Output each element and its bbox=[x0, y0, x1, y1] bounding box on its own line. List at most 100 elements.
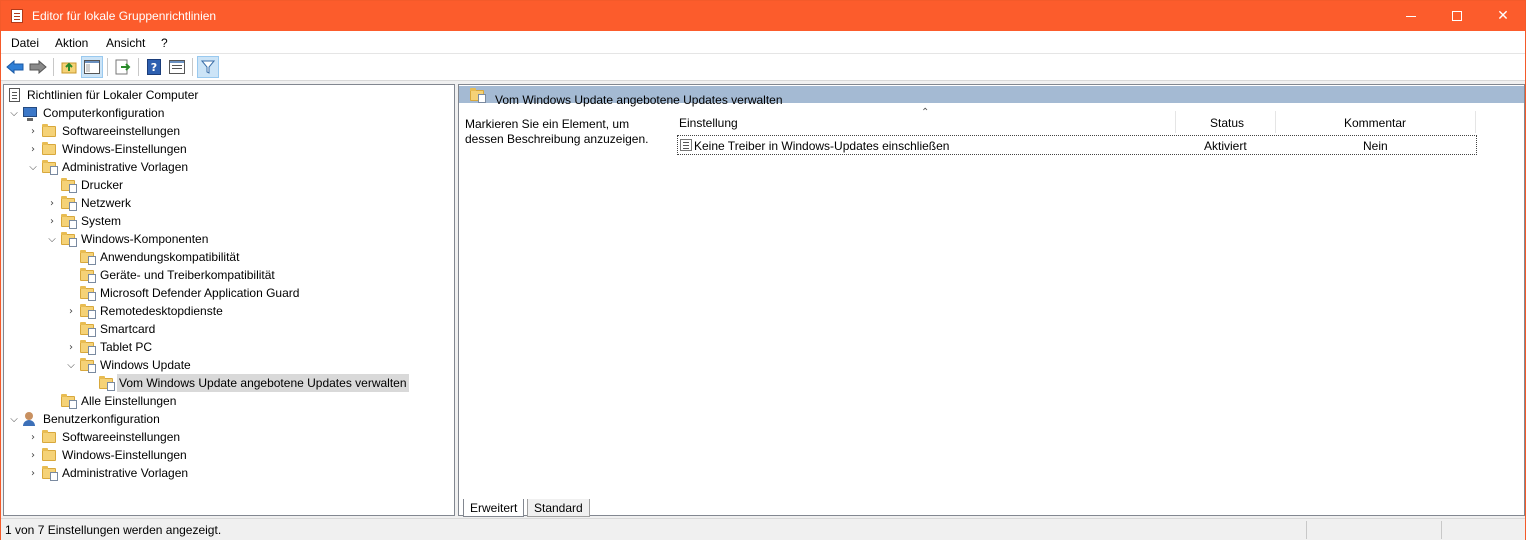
chevron-right-icon[interactable]: › bbox=[25, 446, 41, 464]
maximize-button[interactable] bbox=[1434, 1, 1480, 31]
filter-button[interactable] bbox=[197, 56, 219, 78]
column-separator[interactable] bbox=[1275, 111, 1276, 133]
chevron-down-icon[interactable]: ⌵ bbox=[6, 410, 22, 428]
tree-item-manage-updates[interactable]: Vom Windows Update angebotene Updates ve… bbox=[82, 374, 409, 392]
tree-item-software-settings[interactable]: › Softwareeinstellungen bbox=[25, 122, 182, 140]
tree-item-drucker[interactable]: Drucker bbox=[44, 176, 125, 194]
policy-folder-icon bbox=[41, 159, 58, 175]
folder-icon bbox=[41, 123, 57, 139]
help-icon: ? bbox=[147, 59, 161, 75]
folder-icon bbox=[41, 447, 57, 463]
tree-item-label: Softwareeinstellungen bbox=[62, 430, 181, 444]
tree-item-remote-desktop[interactable]: › Remotedesktopdienste bbox=[63, 302, 225, 320]
chevron-right-icon[interactable]: › bbox=[63, 302, 79, 320]
cell-setting: Keine Treiber in Windows-Updates einschl… bbox=[694, 139, 950, 153]
user-icon bbox=[22, 411, 38, 427]
tree-item-label: Windows-Komponenten bbox=[81, 232, 209, 246]
tree-item-label: Benutzerkonfiguration bbox=[43, 412, 160, 426]
chevron-right-icon[interactable]: › bbox=[63, 338, 79, 356]
tree-item-smartcard[interactable]: Smartcard bbox=[63, 320, 157, 338]
tree-item-label: Administrative Vorlagen bbox=[62, 466, 189, 480]
toolbar: ? bbox=[1, 54, 1525, 81]
status-panel bbox=[1306, 521, 1441, 539]
title-bar[interactable]: Editor für lokale Gruppenrichtlinien ✕ bbox=[1, 1, 1525, 31]
filter-icon bbox=[201, 60, 215, 74]
up-level-button[interactable] bbox=[58, 56, 80, 78]
tree-item-label: Windows-Einstellungen bbox=[62, 142, 187, 156]
tree-pane[interactable]: Richtlinien für Lokaler Computer ⌵ Compu… bbox=[3, 84, 455, 516]
tree-item-label: Windows Update bbox=[100, 358, 191, 372]
tree-item-windows-settings[interactable]: › Windows-Einstellungen bbox=[25, 140, 189, 158]
tree-item-root[interactable]: Richtlinien für Lokaler Computer bbox=[6, 86, 200, 104]
tree-item-device-driver-compat[interactable]: Geräte- und Treiberkompatibilität bbox=[63, 266, 277, 284]
help-button[interactable]: ? bbox=[143, 56, 165, 78]
computer-icon bbox=[22, 105, 38, 121]
tab-standard[interactable]: Standard bbox=[527, 499, 590, 517]
menu-aktion[interactable]: Aktion bbox=[55, 36, 88, 50]
minimize-button[interactable] bbox=[1388, 1, 1434, 31]
toolbar-separator bbox=[53, 58, 54, 76]
policy-folder-icon bbox=[60, 231, 77, 247]
tree-item-label: Remotedesktopdienste bbox=[100, 304, 223, 318]
table-row[interactable]: Keine Treiber in Windows-Updates einschl… bbox=[677, 135, 1477, 155]
sort-ascending-icon: ⌃ bbox=[921, 107, 930, 118]
chevron-right-icon[interactable]: › bbox=[25, 140, 41, 158]
up-folder-icon bbox=[61, 62, 77, 74]
tree-item-defender-app-guard[interactable]: Microsoft Defender Application Guard bbox=[63, 284, 301, 302]
tree-item-windows-update[interactable]: ⌵ Windows Update bbox=[63, 356, 193, 374]
column-separator[interactable] bbox=[1475, 111, 1476, 133]
tree-item-user-admin-templates[interactable]: › Administrative Vorlagen bbox=[25, 464, 190, 482]
policy-folder-icon bbox=[41, 465, 58, 481]
column-header-comment[interactable]: Kommentar bbox=[1344, 113, 1406, 133]
column-separator[interactable] bbox=[1175, 111, 1176, 133]
folder-icon bbox=[41, 141, 57, 157]
chevron-down-icon[interactable]: ⌵ bbox=[63, 356, 79, 374]
chevron-down-icon[interactable]: ⌵ bbox=[44, 230, 60, 248]
forward-button[interactable] bbox=[27, 56, 49, 78]
tree-item-windows-components[interactable]: ⌵ Windows-Komponenten bbox=[44, 230, 210, 248]
tree-item-computer-config[interactable]: ⌵ Computerkonfiguration bbox=[6, 104, 166, 122]
chevron-down-icon[interactable]: ⌵ bbox=[25, 158, 41, 176]
tree-item-all-settings[interactable]: Alle Einstellungen bbox=[44, 392, 178, 410]
back-arrow-icon bbox=[6, 60, 24, 74]
chevron-right-icon[interactable]: › bbox=[44, 212, 60, 230]
chevron-right-icon[interactable]: › bbox=[25, 464, 41, 482]
tab-erweitert[interactable]: Erweitert bbox=[463, 499, 525, 517]
all-settings-icon bbox=[60, 393, 77, 409]
app-icon[interactable] bbox=[11, 9, 23, 23]
tree-item-user-windows-settings[interactable]: › Windows-Einstellungen bbox=[25, 446, 189, 464]
column-header-setting[interactable]: Einstellung bbox=[679, 113, 738, 133]
properties-button[interactable] bbox=[166, 56, 188, 78]
tree-item-app-compat[interactable]: Anwendungskompatibilität bbox=[63, 248, 241, 266]
tree-item-label: Vom Windows Update angebotene Updates ve… bbox=[117, 374, 409, 392]
back-button[interactable] bbox=[4, 56, 26, 78]
chevron-down-icon[interactable]: ⌵ bbox=[6, 104, 22, 122]
window-title: Editor für lokale Gruppenrichtlinien bbox=[32, 9, 217, 23]
tree-item-system[interactable]: › System bbox=[44, 212, 123, 230]
show-hide-tree-button[interactable] bbox=[81, 56, 103, 78]
tree-item-label: Anwendungskompatibilität bbox=[100, 250, 240, 264]
policy-folder-icon bbox=[79, 339, 96, 355]
tree-item-label: Windows-Einstellungen bbox=[62, 448, 187, 462]
tree-item-tablet-pc[interactable]: › Tablet PC bbox=[63, 338, 154, 356]
tree-item-user-config[interactable]: ⌵ Benutzerkonfiguration bbox=[6, 410, 162, 428]
tree-item-admin-templates[interactable]: ⌵ Administrative Vorlagen bbox=[25, 158, 190, 176]
tree-item-user-software-settings[interactable]: › Softwareeinstellungen bbox=[25, 428, 182, 446]
chevron-right-icon[interactable]: › bbox=[44, 194, 60, 212]
tree-item-label: Netzwerk bbox=[81, 196, 132, 210]
menu-ansicht[interactable]: Ansicht bbox=[106, 36, 145, 50]
menu-datei[interactable]: Datei bbox=[11, 36, 39, 50]
menu-help[interactable]: ? bbox=[161, 36, 168, 50]
tree-item-label: Computerkonfiguration bbox=[43, 106, 165, 120]
menu-bar: Datei Aktion Ansicht ? bbox=[1, 31, 1525, 54]
cell-comment: Nein bbox=[1363, 139, 1388, 153]
column-header-status[interactable]: Status bbox=[1210, 113, 1244, 133]
details-header: Vom Windows Update angebotene Updates ve… bbox=[459, 86, 1524, 107]
tree-item-netzwerk[interactable]: › Netzwerk bbox=[44, 194, 133, 212]
chevron-right-icon[interactable]: › bbox=[25, 428, 41, 446]
export-list-button[interactable] bbox=[112, 56, 134, 78]
close-button[interactable]: ✕ bbox=[1480, 1, 1526, 31]
svg-text:?: ? bbox=[151, 61, 157, 74]
policy-folder-icon bbox=[98, 375, 115, 391]
chevron-right-icon[interactable]: › bbox=[25, 122, 41, 140]
